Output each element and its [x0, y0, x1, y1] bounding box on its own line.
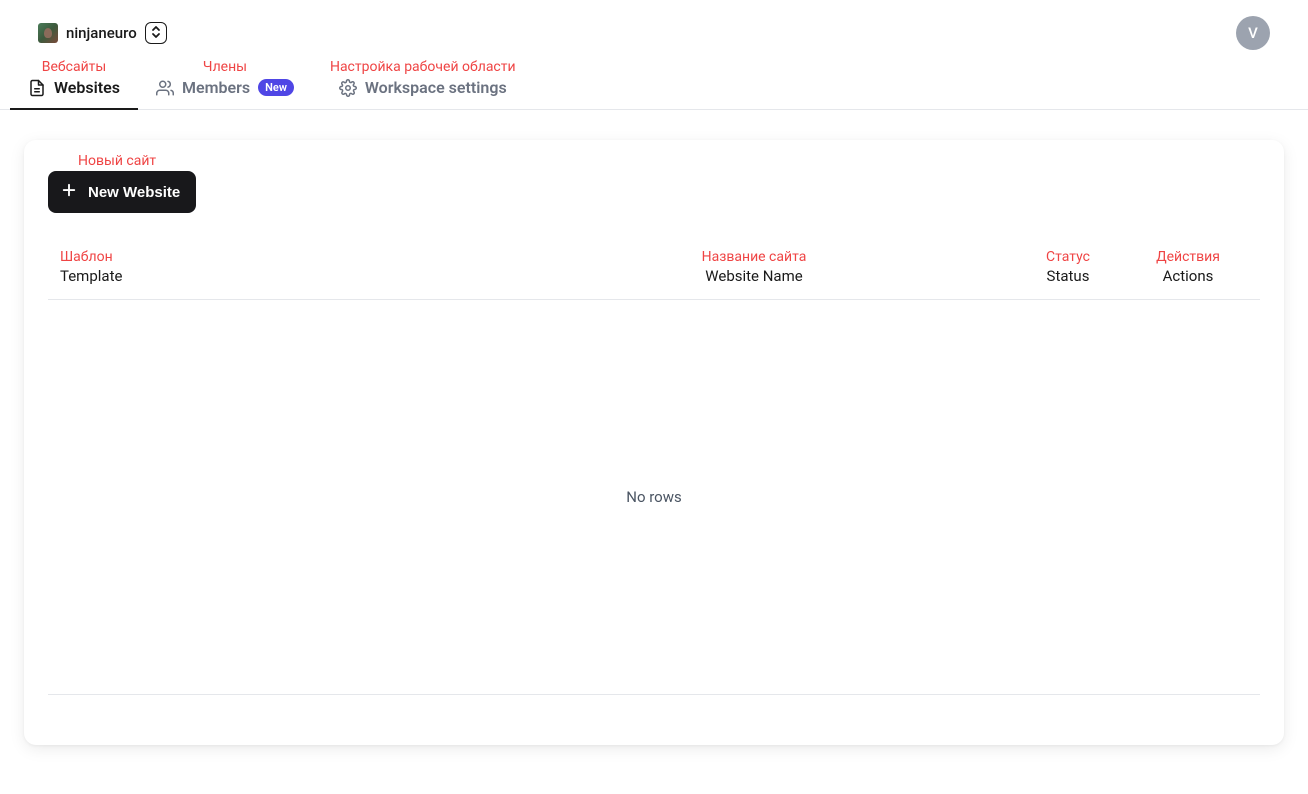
- column-annotation: Статус: [1046, 249, 1090, 265]
- tab-members[interactable]: Члены Members New: [138, 58, 312, 109]
- nav-tabs: Вебсайты Websites Члены: [0, 58, 1308, 110]
- card-head: Новый сайт New Website: [24, 140, 1284, 231]
- tab-label: Workspace settings: [365, 78, 507, 97]
- chevron-up-down-icon: [150, 24, 162, 43]
- websites-card: Новый сайт New Website Шаблон Template: [24, 140, 1284, 745]
- column-actions: Действия Actions: [1128, 249, 1248, 285]
- column-annotation: Шаблон: [60, 249, 500, 265]
- column-label: Template: [60, 267, 500, 285]
- column-website-name: Название сайта Website Name: [500, 249, 1008, 285]
- main: Новый сайт New Website Шаблон Template: [0, 110, 1308, 769]
- tab-annotation: Члены: [203, 58, 247, 76]
- gear-icon: [339, 79, 357, 97]
- tab-annotation: Вебсайты: [42, 58, 107, 76]
- column-template: Шаблон Template: [60, 249, 500, 285]
- new-website-button[interactable]: New Website: [48, 171, 196, 213]
- users-icon: [156, 79, 174, 97]
- column-status: Статус Status: [1008, 249, 1128, 285]
- user-avatar[interactable]: V: [1236, 16, 1270, 50]
- table-body: No rows: [48, 300, 1260, 695]
- tab-websites[interactable]: Вебсайты Websites: [10, 58, 138, 109]
- column-label: Website Name: [705, 267, 802, 285]
- header: ninjaneuro V: [0, 0, 1308, 58]
- column-label: Status: [1047, 267, 1090, 285]
- websites-table: Шаблон Template Название сайта Website N…: [24, 231, 1284, 695]
- column-label: Actions: [1163, 267, 1214, 285]
- tab-label: Websites: [54, 78, 120, 97]
- avatar-initial: V: [1248, 24, 1258, 42]
- new-badge: New: [258, 79, 294, 96]
- workspace-logo: [38, 23, 58, 43]
- new-website-label: New Website: [88, 184, 180, 201]
- empty-state-text: No rows: [626, 488, 681, 506]
- workspace-switcher[interactable]: ninjaneuro: [38, 22, 167, 44]
- new-website-annotation: Новый сайт: [48, 153, 196, 169]
- table-header: Шаблон Template Название сайта Website N…: [48, 249, 1260, 300]
- tab-workspace-settings[interactable]: Настройка рабочей области Workspace sett…: [312, 58, 534, 109]
- tab-annotation: Настройка рабочей области: [330, 58, 516, 76]
- plus-icon: [60, 181, 78, 203]
- workspace-dropdown-button[interactable]: [145, 22, 167, 44]
- column-annotation: Название сайта: [702, 249, 807, 265]
- tab-label: Members: [182, 78, 250, 97]
- column-annotation: Действия: [1156, 249, 1220, 265]
- document-icon: [28, 79, 46, 97]
- workspace-name: ninjaneuro: [66, 24, 137, 42]
